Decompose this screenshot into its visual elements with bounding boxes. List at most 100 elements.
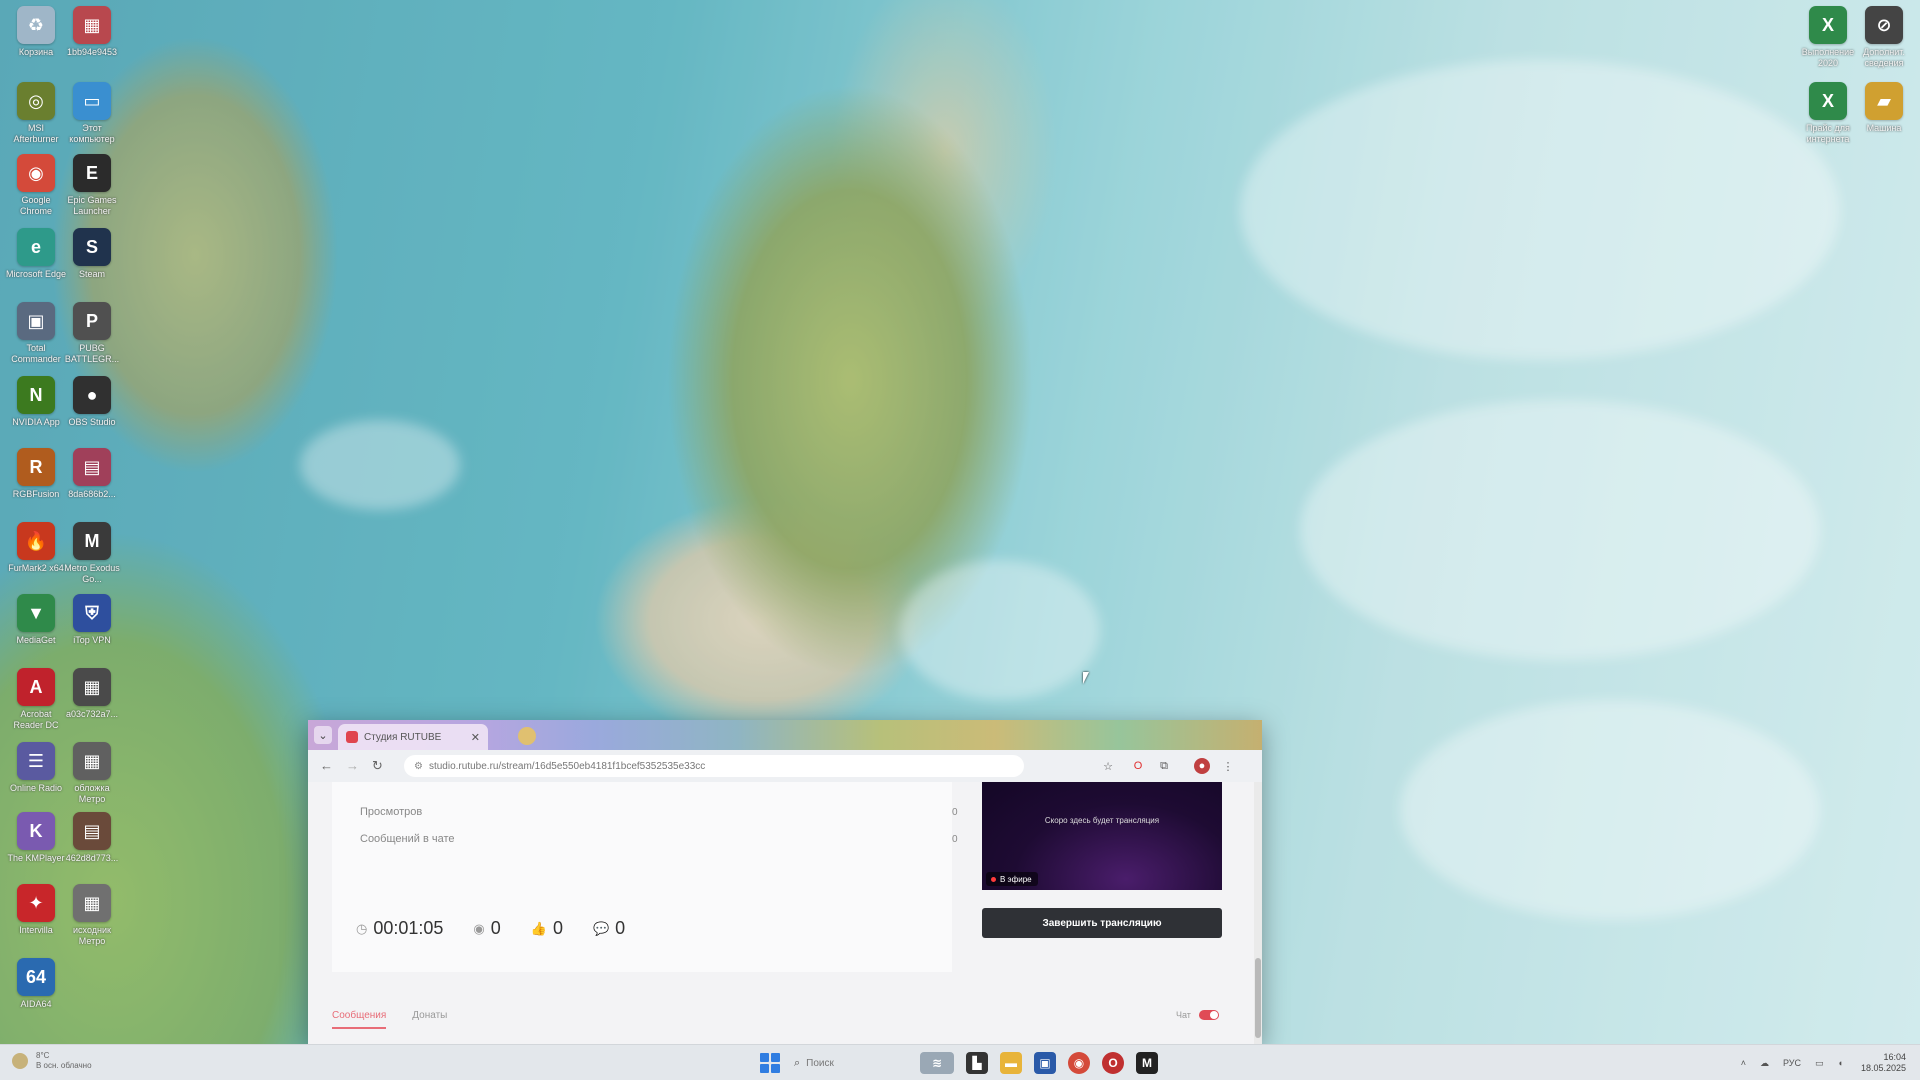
clock-time: 16:04 (1883, 1052, 1906, 1062)
desktop-icon-label: Google Chrome (19, 195, 52, 216)
desktop-icon[interactable]: ▤ 462d8d773... (62, 812, 122, 864)
tab-messages[interactable]: Сообщения (332, 1010, 387, 1029)
viewers-metric: ◉ 0 (473, 918, 500, 939)
desktop-icon[interactable]: ▼ MediaGet (6, 594, 66, 646)
comments-count: 0 (615, 918, 626, 938)
desktop-icon[interactable]: ● OBS Studio (62, 376, 122, 428)
profile-avatar-icon[interactable]: ● (1194, 758, 1210, 774)
desktop-icon[interactable]: ▦ обложка Метро (62, 742, 122, 805)
bookmark-star-icon[interactable]: ☆ (1100, 758, 1116, 774)
app-icon: e (17, 228, 55, 266)
desktop-icon[interactable]: P PUBG BATTLEGR... (62, 302, 122, 365)
tab-donations[interactable]: Донаты (412, 1010, 447, 1029)
stream-preview[interactable]: Скоро здесь будет трансляция В эфире (982, 782, 1222, 890)
app-icon: ♻ (17, 6, 55, 44)
task-view-icon[interactable]: ▙ (966, 1052, 988, 1074)
address-bar[interactable]: ⚙ studio.rutube.ru/stream/16d5e550eb4181… (404, 755, 1024, 777)
volume-icon[interactable]: ◖ (1838, 1058, 1843, 1068)
desktop-icon-label: Online Radio (9, 783, 63, 793)
desktop-icon[interactable]: X Прайс для интернета (1798, 82, 1858, 145)
desktop-icon[interactable]: ◎ MSI Afterburner (6, 82, 66, 145)
end-stream-button[interactable]: Завершить трансляцию (982, 908, 1222, 938)
back-icon[interactable]: ← (320, 758, 333, 773)
desktop-icon[interactable]: ⊘ Дополнит. сведения (1854, 6, 1914, 69)
app-icon: ⛨ (73, 594, 111, 632)
desktop-icon[interactable]: N NVIDIA App (6, 376, 66, 428)
desktop-icon[interactable]: K The KMPlayer (6, 812, 66, 864)
metro-taskbar-icon[interactable]: M (1136, 1052, 1158, 1074)
profile-bubble-icon[interactable] (518, 727, 536, 745)
chrome-taskbar-icon[interactable]: ◉ (1068, 1052, 1090, 1074)
taskbar-search[interactable]: ⌕ Поиск (794, 1052, 904, 1074)
desktop-icon[interactable]: X Выполнение 2020 (1798, 6, 1858, 69)
desktop-icon[interactable]: ▦ a03c732a7... (62, 668, 122, 720)
desktop-icon[interactable]: S Steam (62, 228, 122, 280)
store-icon[interactable]: ▣ (1034, 1052, 1056, 1074)
file-explorer-icon[interactable]: ▬ (1000, 1052, 1022, 1074)
site-info-icon[interactable]: ⚙ (414, 761, 423, 772)
desktop-icon[interactable]: E Epic Games Launcher (62, 154, 122, 217)
desktop-icon[interactable]: ⛨ iTop VPN (62, 594, 122, 646)
opera-taskbar-icon[interactable]: O (1102, 1052, 1124, 1074)
desktop-icon-label: Intervilla (19, 925, 53, 935)
desktop-icon[interactable]: e Microsoft Edge (6, 228, 66, 280)
browser-toolbar: ← → ↻ ⚙ studio.rutube.ru/stream/16d5e550… (308, 750, 1262, 783)
desktop-icon[interactable]: ♻ Корзина (6, 6, 66, 58)
cloud-sync-icon[interactable]: ☁ (1760, 1058, 1769, 1069)
taskbar-clock[interactable]: 16:04 18.05.2025 (1861, 1052, 1906, 1074)
forward-icon[interactable]: → (346, 758, 359, 773)
app-icon: S (73, 228, 111, 266)
taskbar: 8°C В осн. облачно ⌕ Поиск ≋ ▙ ▬ ▣ ◉ O M… (0, 1044, 1920, 1080)
desktop-icon-label: Выполнение 2020 (1801, 47, 1855, 68)
desktop-icon[interactable]: ▰ Машина (1854, 82, 1914, 134)
extensions-icon[interactable]: ⧉ (1156, 758, 1172, 774)
reload-icon[interactable]: ↻ (372, 758, 383, 774)
desktop-icon-label: Машина (1866, 123, 1902, 133)
windows-start-icon[interactable] (760, 1053, 780, 1073)
desktop-icon[interactable]: ▦ 1bb94e9453 (62, 6, 122, 58)
app-icon: ▦ (73, 742, 111, 780)
stat-value-chat-messages: 0 (952, 834, 958, 845)
desktop-icon[interactable]: ☰ Online Radio (6, 742, 66, 794)
desktop-icon[interactable]: M Metro Exodus Go... (62, 522, 122, 585)
stream-dashboard: Просмотров 0 Сообщений в чате 0 ◷ 00:01:… (308, 782, 1262, 1044)
app-icon: ⊘ (1865, 6, 1903, 44)
opera-icon[interactable]: O (1130, 758, 1146, 774)
tab-list-button[interactable]: ⌄ (314, 726, 332, 744)
desktop-icon[interactable]: 🔥 FurMark2 x64 (6, 522, 66, 574)
desktop-icon[interactable]: ▭ Этот компьютер (62, 82, 122, 145)
tray-overflow-icon[interactable]: ˄ (1741, 1058, 1746, 1068)
page-scrollbar[interactable] (1254, 782, 1262, 1044)
app-icon: ▦ (73, 884, 111, 922)
app-icon: N (17, 376, 55, 414)
widgets-icon[interactable]: ≋ (920, 1052, 954, 1074)
app-icon: ▤ (73, 448, 111, 486)
browser-tab[interactable]: Студия RUTUBE ✕ (338, 724, 488, 750)
rutube-favicon-icon (346, 731, 358, 743)
desktop-icon-label: RGBFusion (12, 489, 60, 499)
scrollbar-thumb[interactable] (1255, 958, 1261, 1038)
desktop-icon[interactable]: ◉ Google Chrome (6, 154, 66, 217)
desktop-icon[interactable]: A Acrobat Reader DC (6, 668, 66, 731)
desktop-icon[interactable]: 64 AIDA64 (6, 958, 66, 1010)
menu-dots-icon[interactable]: ⋮ (1220, 758, 1236, 774)
desktop-icon[interactable]: ▣ Total Commander (6, 302, 66, 365)
desktop-icon[interactable]: R RGBFusion (6, 448, 66, 500)
thumbs-up-icon: 👍 (530, 920, 547, 936)
close-tab-icon[interactable]: ✕ (471, 731, 480, 744)
viewers-count: 0 (490, 918, 501, 938)
desktop-icon[interactable]: ✦ Intervilla (6, 884, 66, 936)
clock-icon: ◷ (356, 920, 368, 936)
live-label: В эфире (1000, 874, 1032, 884)
network-icon[interactable]: ▭ (1815, 1058, 1824, 1069)
desktop-icon-label: iTop VPN (73, 635, 111, 645)
app-icon: ▭ (73, 82, 111, 120)
search-placeholder: Поиск (806, 1057, 834, 1069)
language-indicator[interactable]: РУС (1783, 1058, 1801, 1068)
desktop-icon-label: The KMPlayer (7, 853, 65, 863)
desktop-icon-label: Дополнит. сведения (1863, 47, 1905, 68)
weather-widget[interactable]: 8°C В осн. облачно (12, 1051, 92, 1071)
desktop-icon[interactable]: ▤ 8da686b2... (62, 448, 122, 500)
desktop-icon[interactable]: ▦ исходник Метро (62, 884, 122, 947)
chat-toggle-switch[interactable] (1198, 1010, 1219, 1020)
